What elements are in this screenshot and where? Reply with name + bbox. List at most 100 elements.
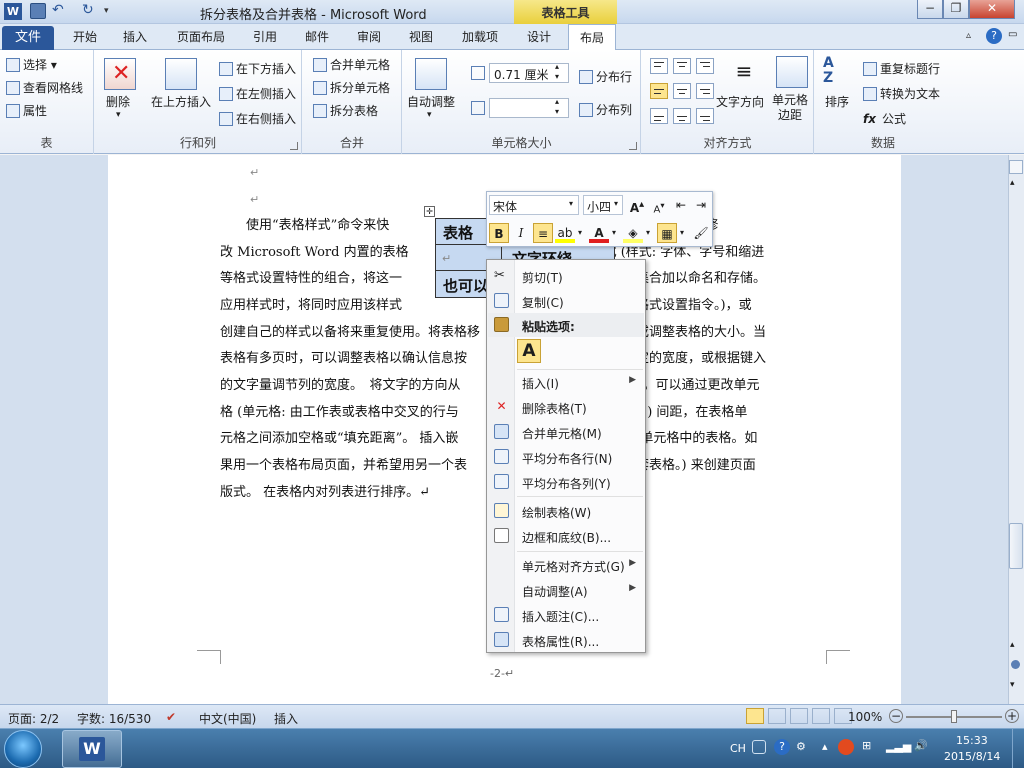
word-taskbar-button[interactable]: W <box>62 730 122 768</box>
text-direction-button[interactable]: 文字方向 <box>716 93 764 110</box>
shading-dropdown-icon[interactable]: ▾ <box>643 223 653 243</box>
font-color-icon[interactable]: A <box>589 223 609 243</box>
italic-button[interactable]: I <box>511 223 531 243</box>
cell-size-launcher-icon[interactable] <box>629 142 637 150</box>
qat-customize-icon[interactable]: ▾ <box>104 3 120 19</box>
browse-object-icon[interactable] <box>1011 660 1020 669</box>
autofit-icon[interactable] <box>415 58 447 90</box>
network-icon[interactable]: ▂▃▅ <box>886 740 911 753</box>
tab-references[interactable]: 引用 <box>242 24 288 50</box>
insert-left-button[interactable]: 在左侧插入 <box>219 85 296 102</box>
insert-below-button[interactable]: 在下方插入 <box>219 60 296 77</box>
show-desktop-button[interactable] <box>1012 729 1024 768</box>
tab-mailings[interactable]: 邮件 <box>294 24 340 50</box>
cell-margins-icon[interactable] <box>776 56 808 88</box>
align-top-center-icon[interactable] <box>673 58 691 74</box>
ime-toolbar-icon[interactable] <box>752 740 766 754</box>
show-hidden-icons-icon[interactable]: ▴ <box>822 740 828 753</box>
highlight-dropdown-icon[interactable]: ▾ <box>575 223 585 243</box>
help-icon[interactable]: ? <box>986 28 1002 44</box>
rows-cols-launcher-icon[interactable] <box>290 142 298 150</box>
restore-ribbon-icon[interactable]: ▭ <box>1008 29 1017 40</box>
align-middle-right-icon[interactable] <box>696 83 714 99</box>
repeat-header-button[interactable]: 重复标题行 <box>863 60 940 77</box>
center-align-icon[interactable]: ≡ <box>533 223 553 243</box>
split-cells-button[interactable]: 拆分单元格 <box>313 79 390 96</box>
tab-file[interactable]: 文件 <box>2 26 54 50</box>
merge-cells-button[interactable]: 合并单元格 <box>313 56 390 73</box>
menu-item-borders-shading[interactable]: 边框和底纹(B)... <box>488 524 644 548</box>
scrollbar-thumb[interactable] <box>1009 523 1023 569</box>
text-direction-icon[interactable]: ≡ <box>728 56 760 88</box>
menu-item-merge-cells[interactable]: 合并单元格(M) <box>488 420 644 444</box>
align-bottom-left-icon[interactable] <box>650 108 668 124</box>
minimize-ribbon-icon[interactable]: ▵ <box>966 30 971 41</box>
zoom-level[interactable]: 100% <box>848 710 882 724</box>
cell-margins-button[interactable]: 单元格 边距 <box>772 93 808 123</box>
tab-layout[interactable]: 布局 <box>568 24 616 51</box>
delete-dropdown-icon[interactable]: ▾ <box>116 110 121 120</box>
split-table-button[interactable]: 拆分表格 <box>313 102 378 119</box>
ruler-toggle-icon[interactable] <box>1009 160 1023 174</box>
menu-item-cell-alignment[interactable]: 单元格对齐方式(G) ▶ <box>488 553 644 577</box>
minimize-button[interactable]: − <box>917 0 943 19</box>
format-painter-icon[interactable]: 🖌 <box>691 223 711 243</box>
distribute-rows-button[interactable]: 分布行 <box>579 68 632 85</box>
highlight-color-icon[interactable]: ab <box>555 223 575 243</box>
save-icon[interactable] <box>30 3 46 19</box>
sort-button[interactable]: 排序 <box>825 93 849 110</box>
web-layout-view-icon[interactable] <box>790 708 808 724</box>
body-text-line[interactable]: 版式。 在表格内对列表进行排序。↵ <box>220 480 430 506</box>
formula-button[interactable]: fx 公式 <box>863 110 906 127</box>
prev-page-icon[interactable]: ▴ <box>1010 640 1015 650</box>
menu-item-cut[interactable]: ✂ 剪切(T) <box>488 264 644 288</box>
decrease-indent-icon[interactable]: ⇤ <box>671 195 691 215</box>
insert-mode-indicator[interactable]: 插入 <box>274 710 298 727</box>
next-page-icon[interactable]: ▾ <box>1010 680 1015 690</box>
page-indicator[interactable]: 页面: 2/2 <box>8 710 59 727</box>
shrink-font-icon[interactable]: A▾ <box>649 195 669 215</box>
body-text-line[interactable]: 格 (单元格: 由工作表或表格中交叉的行与 输入信息。) 间距，在表格单 <box>220 400 747 426</box>
tab-page-layout[interactable]: 页面布局 <box>168 24 234 50</box>
word-count[interactable]: 字数: 16/530 <box>77 710 151 727</box>
shading-icon[interactable]: ◈ <box>623 223 643 243</box>
vertical-scrollbar[interactable] <box>1008 155 1024 704</box>
start-button[interactable] <box>4 730 42 768</box>
clock-time[interactable]: 15:33 <box>956 734 988 747</box>
grow-font-icon[interactable]: A▴ <box>627 195 647 215</box>
print-layout-view-icon[interactable] <box>746 708 764 724</box>
paste-keep-text-only-icon[interactable]: A <box>517 339 541 363</box>
menu-item-autofit[interactable]: 自动调整(A) ▶ <box>488 578 644 602</box>
select-button[interactable]: 选择 ▾ <box>6 56 57 73</box>
increase-indent-icon[interactable]: ⇥ <box>691 195 711 215</box>
full-screen-view-icon[interactable] <box>768 708 786 724</box>
tab-design[interactable]: 设计 <box>516 24 562 50</box>
zoom-in-icon[interactable]: + <box>1005 709 1019 723</box>
ime-indicator[interactable]: CH <box>730 742 746 755</box>
font-name-dropdown-icon[interactable]: ▾ <box>569 199 573 208</box>
menu-item-copy[interactable]: 复制(C) <box>488 289 644 313</box>
tray-settings-icon[interactable]: ⚙ <box>796 740 806 753</box>
borders-dropdown-icon[interactable]: ▾ <box>677 223 687 243</box>
menu-item-delete-table[interactable]: ✕ 删除表格(T) <box>488 395 644 419</box>
proofing-icon[interactable]: ✔ <box>166 710 176 724</box>
font-color-dropdown-icon[interactable]: ▾ <box>609 223 619 243</box>
restore-button[interactable]: ❐ <box>943 0 969 19</box>
align-bottom-center-icon[interactable] <box>673 108 691 124</box>
properties-button[interactable]: 属性 <box>6 102 47 119</box>
tab-addins[interactable]: 加载项 <box>452 24 508 50</box>
menu-item-table-properties[interactable]: 表格属性(R)... <box>488 628 644 652</box>
font-size-dropdown-icon[interactable]: ▾ <box>614 199 618 208</box>
align-middle-left-icon[interactable] <box>650 83 668 99</box>
autofit-dropdown-icon[interactable]: ▾ <box>427 110 432 120</box>
tab-home[interactable]: 开始 <box>62 24 108 50</box>
font-name-box[interactable]: 宋体 <box>489 195 579 215</box>
autofit-button[interactable]: 自动调整 <box>407 93 455 110</box>
zoom-slider-thumb[interactable] <box>951 710 957 723</box>
outline-view-icon[interactable] <box>812 708 830 724</box>
bold-button[interactable]: B <box>489 223 509 243</box>
table-move-handle-icon[interactable]: ✛ <box>424 206 435 217</box>
menu-item-insert[interactable]: 插入(I) ▶ <box>488 370 644 394</box>
align-bottom-right-icon[interactable] <box>696 108 714 124</box>
sort-icon[interactable]: AZ <box>823 56 855 88</box>
